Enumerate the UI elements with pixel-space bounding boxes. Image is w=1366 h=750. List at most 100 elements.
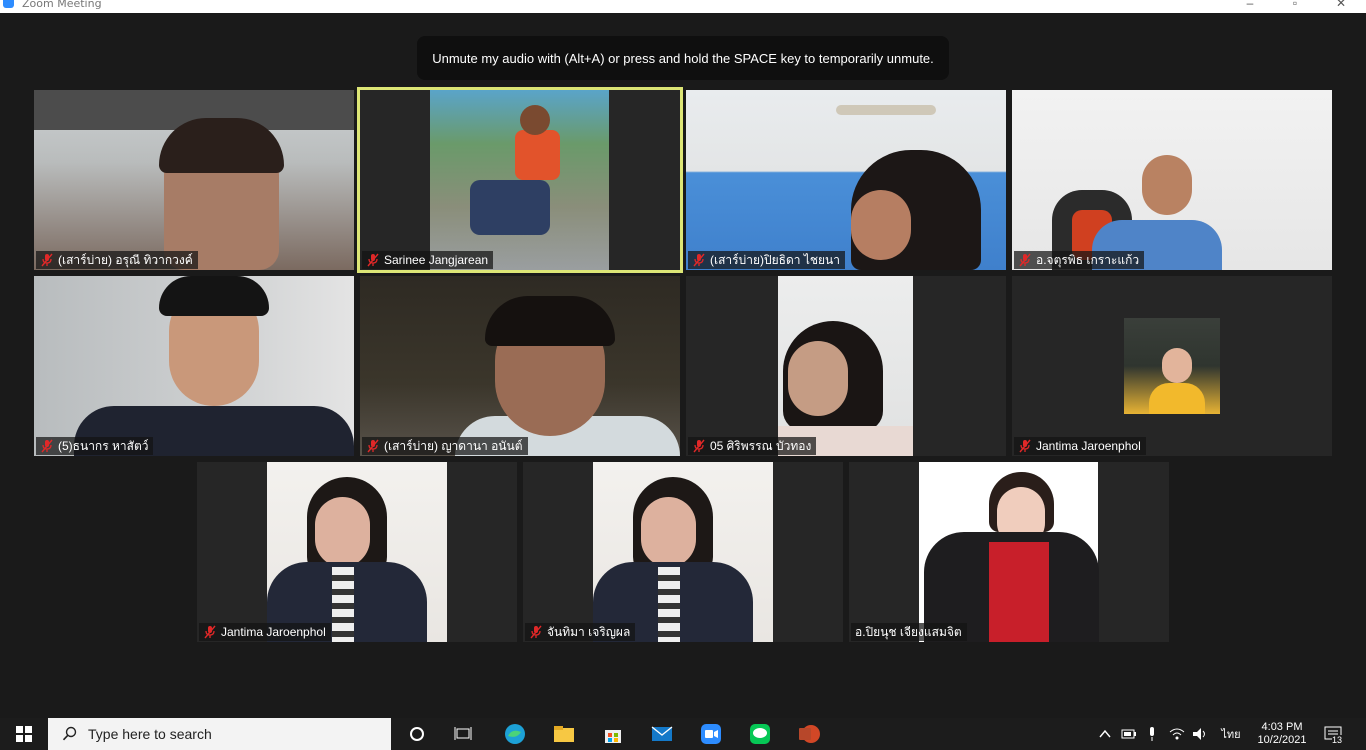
taskbar-search-box[interactable]: Type here to search <box>48 718 391 750</box>
participant-name-tag: (เสาร์บ่าย)ปิยธิดา ไชยนา <box>688 251 845 269</box>
participant-tile[interactable]: Jantima Jaroenphol <box>1012 276 1332 456</box>
participant-name: 05 ศิริพรรณ บัวทอง <box>710 438 812 453</box>
search-icon <box>62 726 77 741</box>
show-hidden-icons-button[interactable] <box>1096 718 1114 750</box>
participant-name: Jantima Jaroenphol <box>1036 439 1141 453</box>
participant-name: (เสาร์บ่าย) อรุณี ทิวากวงค์ <box>58 252 193 267</box>
folder-icon <box>554 726 574 742</box>
participant-profile-picture <box>1124 318 1220 414</box>
participant-name-tag: อ.ปิยนุช เจียงแสมจิต <box>851 623 967 641</box>
tray-microphone-button[interactable] <box>1143 718 1161 750</box>
muted-mic-icon <box>693 253 705 267</box>
mail-app-button[interactable] <box>647 718 677 750</box>
muted-mic-icon <box>1019 253 1031 267</box>
participant-tile[interactable]: อ.จตุรพิธ เกราะแก้ว <box>1012 90 1332 270</box>
cortana-circle-icon <box>410 727 424 741</box>
zoom-video-icon <box>701 724 721 744</box>
participant-name-tag: Jantima Jaroenphol <box>1014 437 1146 455</box>
muted-mic-icon <box>41 253 53 267</box>
window-title: Zoom Meeting <box>22 0 102 10</box>
participant-tile[interactable]: (5)ธนากร หาสัตว์ <box>34 276 354 456</box>
windows-logo-icon <box>16 726 32 742</box>
participant-video <box>34 276 354 456</box>
clock-time: 4:03 PM <box>1261 721 1303 733</box>
participant-tile[interactable]: (เสาร์บ่าย) อรุณี ทิวากวงค์ <box>34 90 354 270</box>
wifi-icon <box>1169 728 1185 740</box>
zoom-app-button[interactable] <box>696 718 726 750</box>
store-bag-icon <box>605 730 621 743</box>
participant-name: จันทิมา เจริญผล <box>547 624 631 639</box>
participant-tile[interactable]: อ.ปิยนุช เจียงแสมจิต <box>849 462 1169 642</box>
participant-video <box>919 462 1099 642</box>
battery-icon <box>1121 729 1136 739</box>
participant-name: (5)ธนากร หาสัตว์ <box>58 438 149 453</box>
participant-tile-active-speaker[interactable]: Sarinee Jangjarean <box>357 87 683 273</box>
volume-button[interactable] <box>1190 718 1210 750</box>
edge-app-button[interactable] <box>500 718 530 750</box>
task-view-icon <box>454 727 472 740</box>
start-button[interactable] <box>0 718 48 750</box>
muted-mic-icon <box>367 439 379 453</box>
mail-icon <box>651 726 673 741</box>
participant-tile[interactable]: (เสาร์บ่าย)ปิยธิดา ไชยนา <box>686 90 1006 270</box>
search-placeholder: Type here to search <box>88 726 212 742</box>
microphone-icon <box>1150 727 1154 741</box>
muted-mic-icon <box>693 439 705 453</box>
participant-video <box>360 276 680 456</box>
unmute-hint-toast: Unmute my audio with (Alt+A) or press an… <box>417 36 949 80</box>
notification-count-badge: 13 <box>1332 735 1343 745</box>
chevron-up-icon <box>1099 729 1111 738</box>
participant-tile[interactable]: (เสาร์บ่าย) ญาดานา อนันต์ <box>360 276 680 456</box>
participant-tile[interactable]: Jantima Jaroenphol <box>197 462 517 642</box>
powerpoint-icon <box>799 725 820 743</box>
powerpoint-app-button[interactable] <box>794 718 824 750</box>
participant-name: Sarinee Jangjarean <box>384 253 489 267</box>
close-button[interactable]: ✕ <box>1331 0 1351 10</box>
line-chat-icon <box>750 724 770 744</box>
input-language-indicator[interactable]: ไทย <box>1214 718 1248 750</box>
network-button[interactable] <box>1166 718 1188 750</box>
participant-name: อ.จตุรพิธ เกราะแก้ว <box>1036 252 1140 267</box>
edge-icon <box>505 724 525 744</box>
participant-name: (เสาร์บ่าย) ญาดานา อนันต์ <box>384 438 523 453</box>
participant-tile[interactable]: จันทิมา เจริญผล <box>523 462 843 642</box>
participant-name-tag: (เสาร์บ่าย) ญาดานา อนันต์ <box>362 437 528 455</box>
participant-video <box>593 462 773 642</box>
action-center-button[interactable]: 13 <box>1318 718 1348 750</box>
task-view-button[interactable] <box>448 718 478 750</box>
line-app-button[interactable] <box>745 718 775 750</box>
participant-name-tag: จันทิมา เจริญผล <box>525 623 636 641</box>
file-explorer-button[interactable] <box>549 718 579 750</box>
participant-video <box>430 90 609 270</box>
windows-taskbar: Type here to search ไทย 4:03 PM 10/2/202… <box>0 718 1366 750</box>
cortana-button[interactable] <box>402 718 432 750</box>
participant-video <box>778 276 913 456</box>
participant-name: อ.ปิยนุช เจียงแสมจิต <box>855 624 962 639</box>
minimize-button[interactable]: – <box>1240 0 1260 10</box>
participant-name-tag: (เสาร์บ่าย) อรุณี ทิวากวงค์ <box>36 251 198 269</box>
participant-video <box>34 90 354 270</box>
muted-mic-icon <box>530 625 542 639</box>
speaker-icon <box>1193 728 1205 740</box>
participant-video <box>686 90 1006 270</box>
participant-video <box>267 462 447 642</box>
clock[interactable]: 4:03 PM 10/2/2021 <box>1252 718 1312 750</box>
participant-name-tag: (5)ธนากร หาสัตว์ <box>36 437 154 455</box>
maximize-button[interactable]: ▫ <box>1285 0 1305 10</box>
muted-mic-icon <box>41 439 53 453</box>
participant-name-tag: Sarinee Jangjarean <box>362 251 494 269</box>
participant-name-tag: Jantima Jaroenphol <box>199 623 331 641</box>
participant-name-tag: อ.จตุรพิธ เกราะแก้ว <box>1014 251 1145 269</box>
muted-mic-icon <box>1019 439 1031 453</box>
clock-date: 10/2/2021 <box>1257 734 1307 746</box>
participant-name-tag: 05 ศิริพรรณ บัวทอง <box>688 437 817 455</box>
toast-text: Unmute my audio with (Alt+A) or press an… <box>432 50 934 66</box>
participant-tile[interactable]: 05 ศิริพรรณ บัวทอง <box>686 276 1006 456</box>
muted-mic-icon <box>367 253 379 267</box>
participant-name: (เสาร์บ่าย)ปิยธิดา ไชยนา <box>710 252 840 267</box>
store-app-button[interactable] <box>598 718 628 750</box>
window-title-bar: Zoom Meeting – ▫ ✕ <box>0 0 1366 13</box>
participant-video <box>1012 90 1332 270</box>
tray-device-button[interactable] <box>1118 718 1140 750</box>
zoom-logo-icon <box>3 0 14 8</box>
